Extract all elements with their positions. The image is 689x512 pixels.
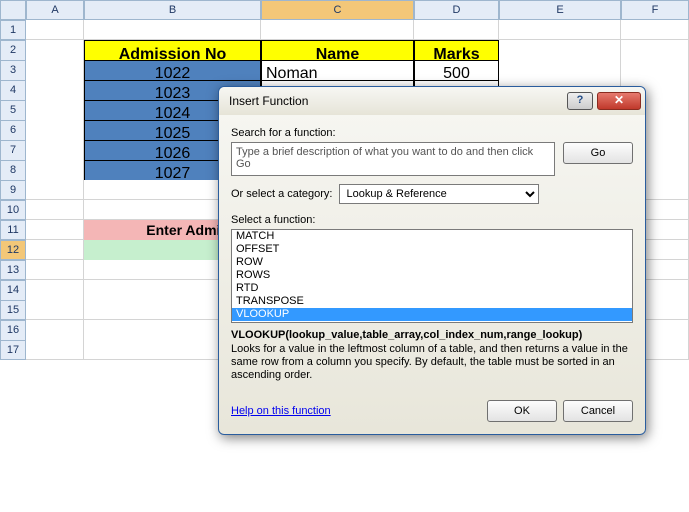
function-list[interactable]: MATCH OFFSET ROW ROWS RTD TRANSPOSE VLOO… [231,229,633,323]
row-header-15[interactable]: 15 [0,300,26,320]
col-header-B[interactable]: B [84,0,261,20]
help-button[interactable]: ? [567,92,593,110]
col-header-D[interactable]: D [414,0,499,20]
dialog-titlebar[interactable]: Insert Function ? ✕ [219,87,645,115]
cell[interactable] [26,300,84,320]
close-button[interactable]: ✕ [597,92,641,110]
function-syntax: VLOOKUP(lookup_value,table_array,col_ind… [231,329,633,341]
function-item[interactable]: OFFSET [232,243,632,256]
col-header-A[interactable]: A [26,0,84,20]
ok-button[interactable]: OK [487,400,557,422]
cancel-button[interactable]: Cancel [563,400,633,422]
cell[interactable] [26,340,84,360]
row-header-12[interactable]: 12 [0,240,26,260]
function-item[interactable]: TRANSPOSE [232,295,632,308]
function-item-selected[interactable]: VLOOKUP [232,308,632,321]
cell[interactable] [26,200,84,220]
select-all-corner[interactable] [0,0,26,20]
cell[interactable] [499,20,621,40]
row-header-9[interactable]: 9 [0,180,26,200]
row-header-10[interactable]: 10 [0,200,26,220]
search-input[interactable]: Type a brief description of what you wan… [231,142,555,176]
function-description: Looks for a value in the leftmost column… [231,343,633,382]
row-header-13[interactable]: 13 [0,260,26,280]
col-header-E[interactable]: E [499,0,621,20]
help-link[interactable]: Help on this function [231,405,331,417]
go-button[interactable]: Go [563,142,633,164]
cell[interactable] [26,260,84,280]
category-select[interactable]: Lookup & Reference [339,184,539,204]
cell[interactable] [84,20,261,40]
row-header-17[interactable]: 17 [0,340,26,360]
cell[interactable] [26,20,84,40]
cell[interactable] [26,220,84,240]
cell[interactable] [26,240,84,260]
function-item[interactable]: ROW [232,256,632,269]
insert-function-dialog: Insert Function ? ✕ Search for a functio… [218,86,646,435]
select-function-label: Select a function: [231,214,633,226]
cell[interactable] [414,20,499,40]
dialog-title: Insert Function [229,94,563,108]
function-item[interactable]: RTD [232,282,632,295]
col-header-F[interactable]: F [621,0,689,20]
search-label: Search for a function: [231,127,633,139]
row-header-1[interactable]: 1 [0,20,26,40]
category-label: Or select a category: [231,188,333,200]
cell[interactable] [26,180,84,200]
cell[interactable] [621,20,689,40]
cell[interactable] [261,20,414,40]
row-header-11[interactable]: 11 [0,220,26,240]
function-item[interactable]: MATCH [232,230,632,243]
col-header-C[interactable]: C [261,0,414,20]
function-item[interactable]: ROWS [232,269,632,282]
